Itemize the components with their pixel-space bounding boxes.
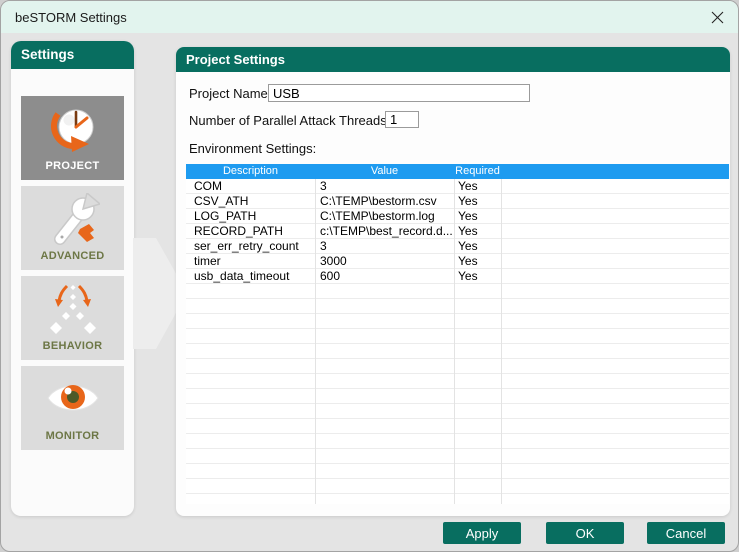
cell-spacer	[501, 179, 729, 194]
settings-panel: Settings PROJECT ADVANCED BEHAVIOR MONIT…	[11, 41, 134, 516]
sidebar-item-behavior[interactable]: BEHAVIOR	[21, 276, 124, 360]
cell-required: Yes	[458, 269, 478, 283]
cell-value: 600	[320, 269, 341, 283]
cell-required: Yes	[458, 254, 478, 268]
column-header-spacer	[501, 164, 729, 179]
sidebar-item-project[interactable]: PROJECT	[21, 96, 124, 180]
threads-input[interactable]	[385, 111, 419, 128]
clock-arrow-icon	[21, 103, 124, 157]
close-button[interactable]	[702, 3, 732, 31]
cell-required: Yes	[458, 224, 478, 238]
cell-description: RECORD_PATH	[194, 224, 283, 238]
cell-required: Yes	[458, 194, 478, 208]
close-icon	[711, 11, 723, 23]
cell-spacer	[501, 224, 729, 239]
cell-spacer	[501, 269, 729, 284]
cell-required: Yes	[458, 179, 478, 193]
apply-button[interactable]: Apply	[443, 522, 521, 544]
cell-required: Yes	[458, 209, 478, 223]
cell-description: COM	[194, 179, 222, 193]
cell-value: c:\TEMP\best_record.d...	[320, 224, 453, 238]
settings-panel-header: Settings	[11, 41, 134, 69]
cancel-button[interactable]: Cancel	[647, 522, 725, 544]
split-diamonds-icon	[21, 283, 124, 337]
cell-value: C:\TEMP\bestorm.csv	[320, 194, 437, 208]
cell-spacer	[501, 254, 729, 269]
sidebar-item-advanced[interactable]: ADVANCED	[21, 186, 124, 270]
cell-spacer	[501, 209, 729, 224]
table-row[interactable]: ser_err_retry_count 3 Yes	[186, 239, 729, 254]
column-header-description[interactable]: Description	[186, 164, 315, 179]
project-settings-header: Project Settings	[176, 47, 730, 72]
titlebar: beSTORM Settings	[1, 1, 738, 33]
sidebar-item-monitor[interactable]: MONITOR	[21, 366, 124, 450]
project-name-input[interactable]	[268, 84, 530, 102]
cell-value: 3	[320, 239, 327, 253]
cell-description: CSV_ATH	[194, 194, 249, 208]
project-settings-panel: Project Settings Project Name: Number of…	[176, 47, 730, 516]
table-row[interactable]: COM 3 Yes	[186, 179, 729, 194]
wrench-icon	[21, 193, 124, 247]
window-title: beSTORM Settings	[15, 9, 127, 25]
cell-required: Yes	[458, 239, 478, 253]
cell-description: LOG_PATH	[194, 209, 257, 223]
sidebar-item-label: MONITOR	[45, 430, 100, 442]
cell-description: ser_err_retry_count	[194, 239, 299, 253]
table-row[interactable]: usb_data_timeout 600 Yes	[186, 269, 729, 284]
cell-description: timer	[194, 254, 221, 268]
threads-label: Number of Parallel Attack Threads:	[189, 113, 391, 128]
ok-button[interactable]: OK	[546, 522, 624, 544]
cell-value: C:\TEMP\bestorm.log	[320, 209, 435, 223]
table-row[interactable]: RECORD_PATH c:\TEMP\best_record.d... Yes	[186, 224, 729, 239]
cell-spacer	[501, 239, 729, 254]
table-row[interactable]: CSV_ATH C:\TEMP\bestorm.csv Yes	[186, 194, 729, 209]
column-header-value[interactable]: Value	[315, 164, 454, 179]
env-settings-label: Environment Settings:	[189, 141, 317, 156]
cell-value: 3000	[320, 254, 347, 268]
env-table: Description Value Required COM 3 Yes CSV…	[186, 164, 729, 504]
table-row[interactable]: timer 3000 Yes	[186, 254, 729, 269]
env-table-header: Description Value Required	[186, 164, 729, 179]
env-table-body: COM 3 Yes CSV_ATH C:\TEMP\bestorm.csv Ye…	[186, 179, 729, 504]
table-row[interactable]: LOG_PATH C:\TEMP\bestorm.log Yes	[186, 209, 729, 224]
sidebar-item-label: ADVANCED	[40, 250, 105, 262]
cell-description: usb_data_timeout	[194, 269, 290, 283]
bestorm-settings-dialog: beSTORM Settings Settings PROJECT ADVANC…	[0, 0, 739, 552]
eye-icon	[21, 373, 124, 423]
sidebar-item-label: BEHAVIOR	[42, 340, 103, 352]
sidebar-item-label: PROJECT	[45, 160, 100, 172]
project-name-label: Project Name:	[189, 86, 272, 101]
cell-value: 3	[320, 179, 327, 193]
cell-spacer	[501, 194, 729, 209]
column-header-required[interactable]: Required	[454, 164, 501, 179]
